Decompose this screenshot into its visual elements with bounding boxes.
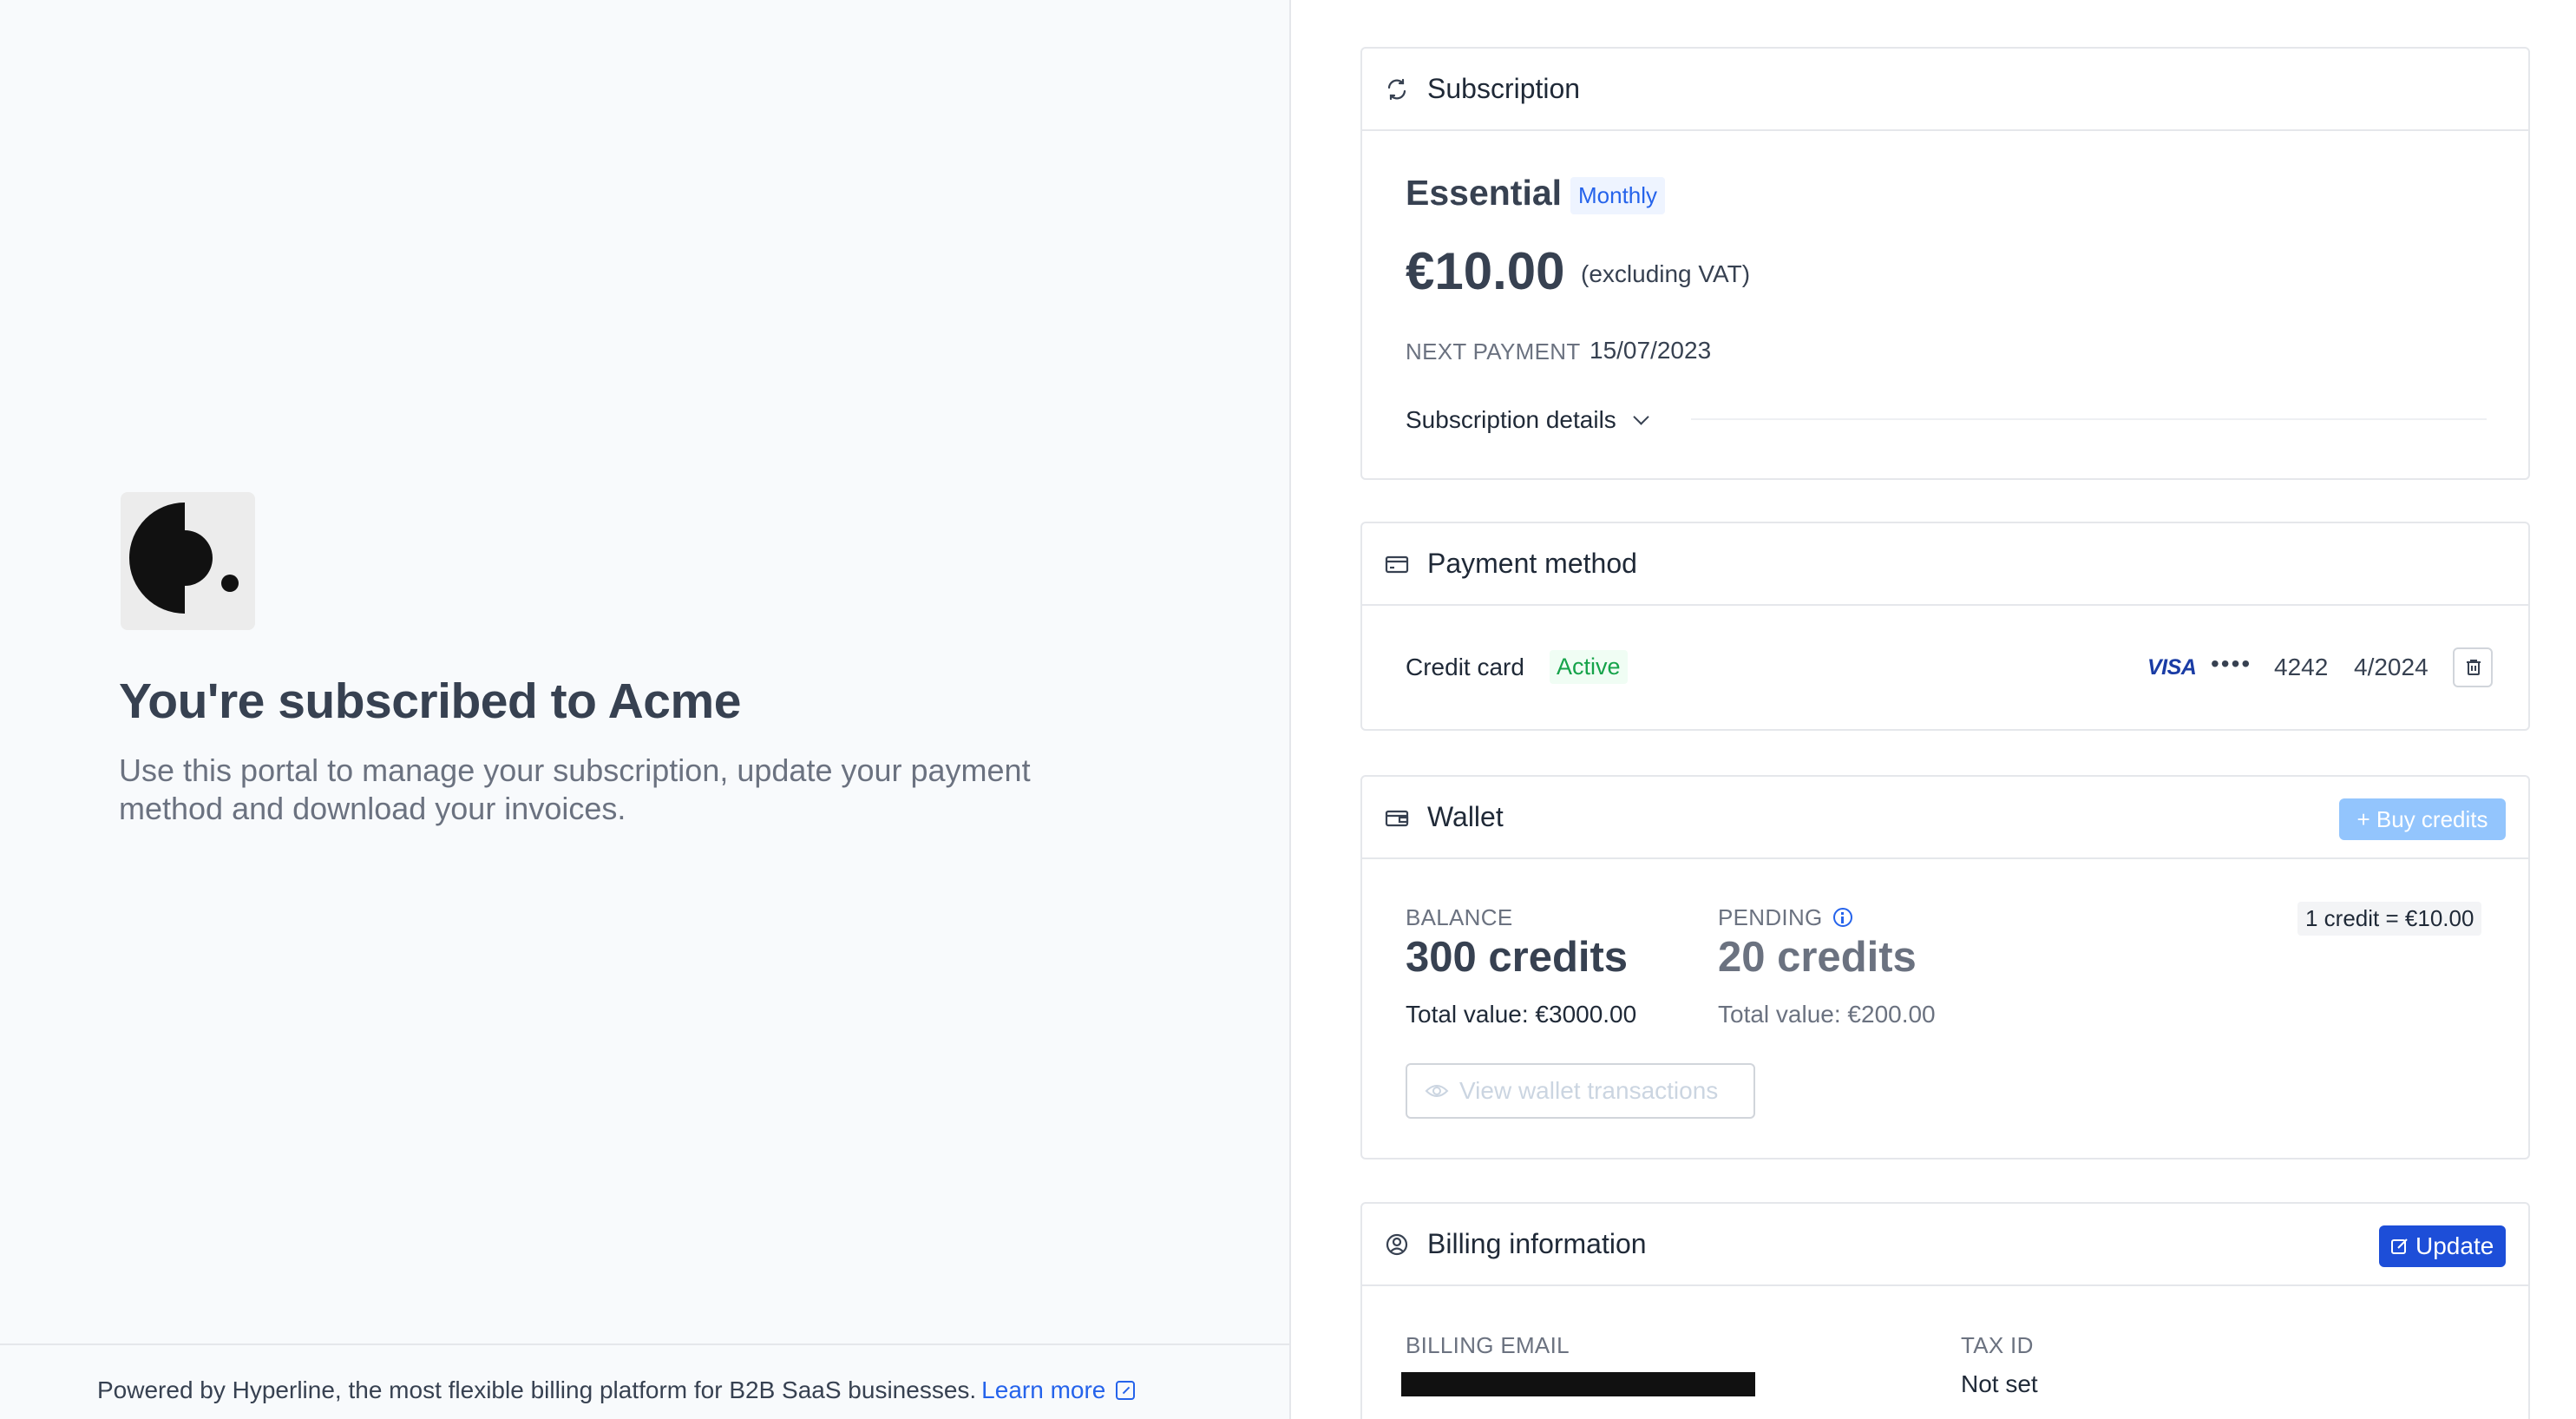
view-wallet-transactions-label[interactable]: View wallet transactions bbox=[1459, 1077, 1718, 1104]
buy-credits-button[interactable]: + Buy credits bbox=[2339, 798, 2506, 840]
pending-label: PENDING bbox=[1718, 904, 1823, 930]
tax-id-label: TAX ID bbox=[1961, 1332, 2034, 1358]
learn-more-label[interactable]: Learn more bbox=[981, 1376, 1105, 1403]
learn-more-link[interactable]: Learn more bbox=[981, 1376, 1136, 1403]
subscription-details-label[interactable]: Subscription details bbox=[1406, 406, 1616, 433]
billing-information-card-header: Billing information Update bbox=[1362, 1204, 2528, 1286]
plan-price: €10.00 bbox=[1406, 242, 1565, 300]
payment-method-card: Payment method Credit card Active VISA •… bbox=[1360, 522, 2530, 731]
footer: Powered by Hyperline, the most flexible … bbox=[0, 1343, 1291, 1419]
intro-panel: You're subscribed to Acme Use this porta… bbox=[0, 0, 1291, 1419]
page-subtitle: Use this portal to manage your subscript… bbox=[119, 752, 1031, 826]
credit-card-icon bbox=[1385, 555, 1409, 574]
payment-method-type: Credit card bbox=[1406, 654, 1524, 680]
card-last4: 4242 bbox=[2274, 654, 2329, 680]
acme-logo-icon bbox=[121, 492, 255, 630]
pending-label-row: PENDING bbox=[1718, 904, 1852, 931]
price-vat-note: (excluding VAT) bbox=[1581, 260, 1751, 287]
payment-method-title: Payment method bbox=[1427, 548, 1637, 579]
update-button-label[interactable]: Update bbox=[2415, 1232, 2494, 1259]
card-mask: •••• bbox=[2211, 650, 2252, 677]
billing-period-badge: Monthly bbox=[1570, 177, 1666, 214]
delete-card-button[interactable] bbox=[2453, 647, 2493, 687]
refresh-icon bbox=[1387, 78, 1406, 101]
divider bbox=[1691, 418, 2487, 420]
status-badge: Active bbox=[1550, 650, 1628, 684]
update-billing-button[interactable]: Update bbox=[2379, 1225, 2506, 1267]
subscription-card: Subscription Essential Monthly €10.00 (e… bbox=[1360, 47, 2530, 480]
pending-total-value: Total value: €200.00 bbox=[1718, 1001, 1936, 1028]
billing-email-label: BILLING EMAIL bbox=[1406, 1332, 1570, 1358]
wallet-icon bbox=[1385, 810, 1409, 827]
user-circle-icon bbox=[1386, 1233, 1408, 1256]
subscription-title: Subscription bbox=[1427, 73, 1581, 104]
next-payment-date: 15/07/2023 bbox=[1590, 337, 1712, 364]
powered-by-text: Powered by Hyperline, the most flexible … bbox=[97, 1376, 977, 1403]
external-link-icon[interactable] bbox=[1116, 1381, 1136, 1400]
plan-name: Essential bbox=[1406, 173, 1563, 213]
edit-icon[interactable] bbox=[2390, 1237, 2409, 1256]
card-expiry: 4/2024 bbox=[2354, 654, 2429, 680]
visa-logo-icon: VISA bbox=[2147, 655, 2197, 680]
wallet-card: Wallet + Buy credits 1 credit = €10.00 B… bbox=[1360, 775, 2530, 1160]
billing-email-redacted bbox=[1401, 1372, 1755, 1396]
tax-id-value: Not set bbox=[1961, 1370, 2038, 1397]
subscription-card-header: Subscription bbox=[1362, 49, 2528, 131]
view-wallet-transactions-button[interactable]: View wallet transactions bbox=[1406, 1063, 1755, 1119]
trash-icon[interactable] bbox=[2464, 658, 2483, 677]
billing-information-card: Billing information Update BILLING EMAIL… bbox=[1360, 1202, 2530, 1419]
balance-total-value: Total value: €3000.00 bbox=[1406, 1001, 1637, 1028]
wallet-title: Wallet bbox=[1427, 801, 1504, 832]
pending-value: 20 credits bbox=[1718, 934, 1917, 981]
wallet-card-header: Wallet + Buy credits bbox=[1362, 777, 2528, 859]
balance-value: 300 credits bbox=[1406, 934, 1629, 981]
billing-information-title: Billing information bbox=[1427, 1228, 1647, 1259]
credit-rate-badge: 1 credit = €10.00 bbox=[2297, 902, 2482, 936]
chevron-down-icon[interactable] bbox=[1633, 409, 1649, 425]
balance-label: BALANCE bbox=[1406, 904, 1513, 930]
eye-icon[interactable] bbox=[1425, 1082, 1449, 1100]
subscription-details-toggle[interactable]: Subscription details bbox=[1406, 406, 1649, 434]
payment-method-card-header: Payment method bbox=[1362, 523, 2528, 606]
next-payment-label: NEXT PAYMENT bbox=[1406, 338, 1581, 365]
page-title: You're subscribed to Acme bbox=[119, 673, 741, 729]
footer-text-row: Powered by Hyperline, the most flexible … bbox=[97, 1376, 1136, 1404]
info-icon[interactable] bbox=[1832, 908, 1852, 927]
